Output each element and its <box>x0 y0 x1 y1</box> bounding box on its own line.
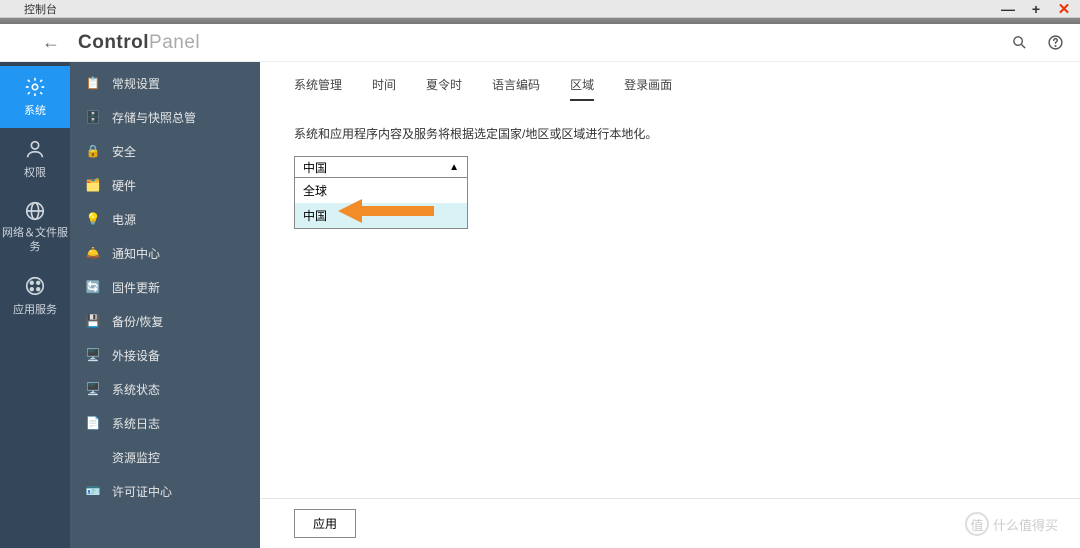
globe-icon <box>24 200 46 222</box>
refresh-icon: 🔄 <box>84 278 102 296</box>
sidebar-item-apps[interactable]: 应用服务 <box>0 265 70 327</box>
mid-item-firmware[interactable]: 🔄 固件更新 <box>70 270 260 304</box>
tab-region[interactable]: 区域 <box>570 76 594 101</box>
mid-item-notification[interactable]: 🛎️ 通知中心 <box>70 236 260 270</box>
mid-item-label: 资源监控 <box>112 449 160 466</box>
sidebar-item-label: 应用服务 <box>13 301 57 317</box>
chip-icon: 🗂️ <box>84 176 102 194</box>
sidebar-item-system[interactable]: 系统 <box>0 66 70 128</box>
mid-item-general[interactable]: 📋 常规设置 <box>70 66 260 100</box>
tab-codepage[interactable]: 语言编码 <box>492 76 540 101</box>
mid-item-label: 许可证中心 <box>112 483 172 500</box>
page-title: ControlPanel <box>78 32 200 54</box>
mid-item-label: 备份/恢复 <box>112 313 163 330</box>
region-select-value: 中国 <box>303 159 327 176</box>
mid-item-label: 系统状态 <box>112 381 160 398</box>
secondary-sidebar: 📋 常规设置 🗄️ 存储与快照总管 🔒 安全 🗂️ 硬件 💡 电源 🛎️ 通知中心 🔄 固件更… <box>70 62 260 548</box>
clipboard-icon: 📋 <box>84 74 102 92</box>
window-titlebar: 控制台 — + ✕ <box>0 0 1080 18</box>
mid-item-label: 外接设备 <box>112 347 160 364</box>
tab-dst[interactable]: 夏令时 <box>426 76 462 101</box>
backup-icon: 💾 <box>84 312 102 330</box>
tab-time[interactable]: 时间 <box>372 76 396 101</box>
maximize-button[interactable]: + <box>1030 3 1042 15</box>
mid-item-external[interactable]: 🖥️ 外接设备 <box>70 338 260 372</box>
gear-icon <box>24 76 46 98</box>
mid-item-label: 安全 <box>112 143 136 160</box>
license-icon: 🪪 <box>84 482 102 500</box>
bulb-icon: 💡 <box>84 210 102 228</box>
mid-item-storage[interactable]: 🗄️ 存储与快照总管 <box>70 100 260 134</box>
mid-item-system-log[interactable]: 📄 系统日志 <box>70 406 260 440</box>
tabs: 系统管理 时间 夏令时 语言编码 区域 登录画面 <box>260 62 1080 101</box>
watermark-glyph: 值 <box>965 512 989 536</box>
region-dropdown: 全球 中国 <box>294 178 468 229</box>
region-option-global[interactable]: 全球 <box>295 178 467 203</box>
lock-icon: 🔒 <box>84 142 102 160</box>
region-select[interactable]: 中国 ▲ <box>294 156 468 178</box>
brand-strong: Control <box>78 32 149 53</box>
mid-item-hardware[interactable]: 🗂️ 硬件 <box>70 168 260 202</box>
sidebar-item-label: 网络＆文件服务 <box>0 226 70 255</box>
region-description: 系统和应用程序内容及服务将根据选定国家/地区或区域进行本地化。 <box>260 101 1080 156</box>
bell-icon: 🛎️ <box>84 244 102 262</box>
close-button[interactable]: ✕ <box>1058 3 1070 15</box>
primary-sidebar: 系统 权限 网络＆文件服务 应用服务 <box>0 62 70 548</box>
monitor-icon: 🖥️ <box>84 346 102 364</box>
log-icon: 📄 <box>84 414 102 432</box>
window-title: 控制台 <box>24 1 57 17</box>
footer-bar: 应用 <box>260 498 1080 548</box>
mid-item-label: 硬件 <box>112 177 136 194</box>
back-arrow-icon[interactable]: ← <box>42 32 60 53</box>
blank-icon <box>84 448 102 466</box>
mid-item-label: 常规设置 <box>112 75 160 92</box>
grid-icon <box>24 275 46 297</box>
display-icon: 🖥️ <box>84 380 102 398</box>
brand-light: Panel <box>149 32 200 53</box>
tab-login-screen[interactable]: 登录画面 <box>624 76 672 101</box>
mid-item-license[interactable]: 🪪 许可证中心 <box>70 474 260 508</box>
mid-item-label: 固件更新 <box>112 279 160 296</box>
header: ← ControlPanel <box>0 24 1080 62</box>
watermark-text: 什么值得买 <box>993 515 1058 534</box>
content-panel: 系统管理 时间 夏令时 语言编码 区域 登录画面 系统和应用程序内容及服务将根据… <box>260 62 1080 548</box>
minimize-button[interactable]: — <box>1002 3 1014 15</box>
mid-item-resource-monitor[interactable]: 资源监控 <box>70 440 260 474</box>
mid-item-security[interactable]: 🔒 安全 <box>70 134 260 168</box>
apply-button[interactable]: 应用 <box>294 509 356 538</box>
sidebar-item-network[interactable]: 网络＆文件服务 <box>0 190 70 265</box>
sidebar-item-permission[interactable]: 权限 <box>0 128 70 190</box>
mid-item-backup[interactable]: 💾 备份/恢复 <box>70 304 260 338</box>
sidebar-item-label: 权限 <box>24 164 46 180</box>
user-icon <box>24 138 46 160</box>
region-option-china[interactable]: 中国 <box>295 203 467 228</box>
help-icon[interactable] <box>1046 34 1064 52</box>
sidebar-item-label: 系统 <box>24 102 46 118</box>
tab-system-admin[interactable]: 系统管理 <box>294 76 342 101</box>
mid-item-power[interactable]: 💡 电源 <box>70 202 260 236</box>
chevron-up-icon: ▲ <box>449 162 459 173</box>
mid-item-label: 电源 <box>112 211 136 228</box>
mid-item-label: 通知中心 <box>112 245 160 262</box>
mid-item-label: 系统日志 <box>112 415 160 432</box>
search-icon[interactable] <box>1010 34 1028 52</box>
watermark: 值 什么值得买 <box>965 512 1058 536</box>
storage-icon: 🗄️ <box>84 108 102 126</box>
mid-item-system-status[interactable]: 🖥️ 系统状态 <box>70 372 260 406</box>
mid-item-label: 存储与快照总管 <box>112 109 196 126</box>
